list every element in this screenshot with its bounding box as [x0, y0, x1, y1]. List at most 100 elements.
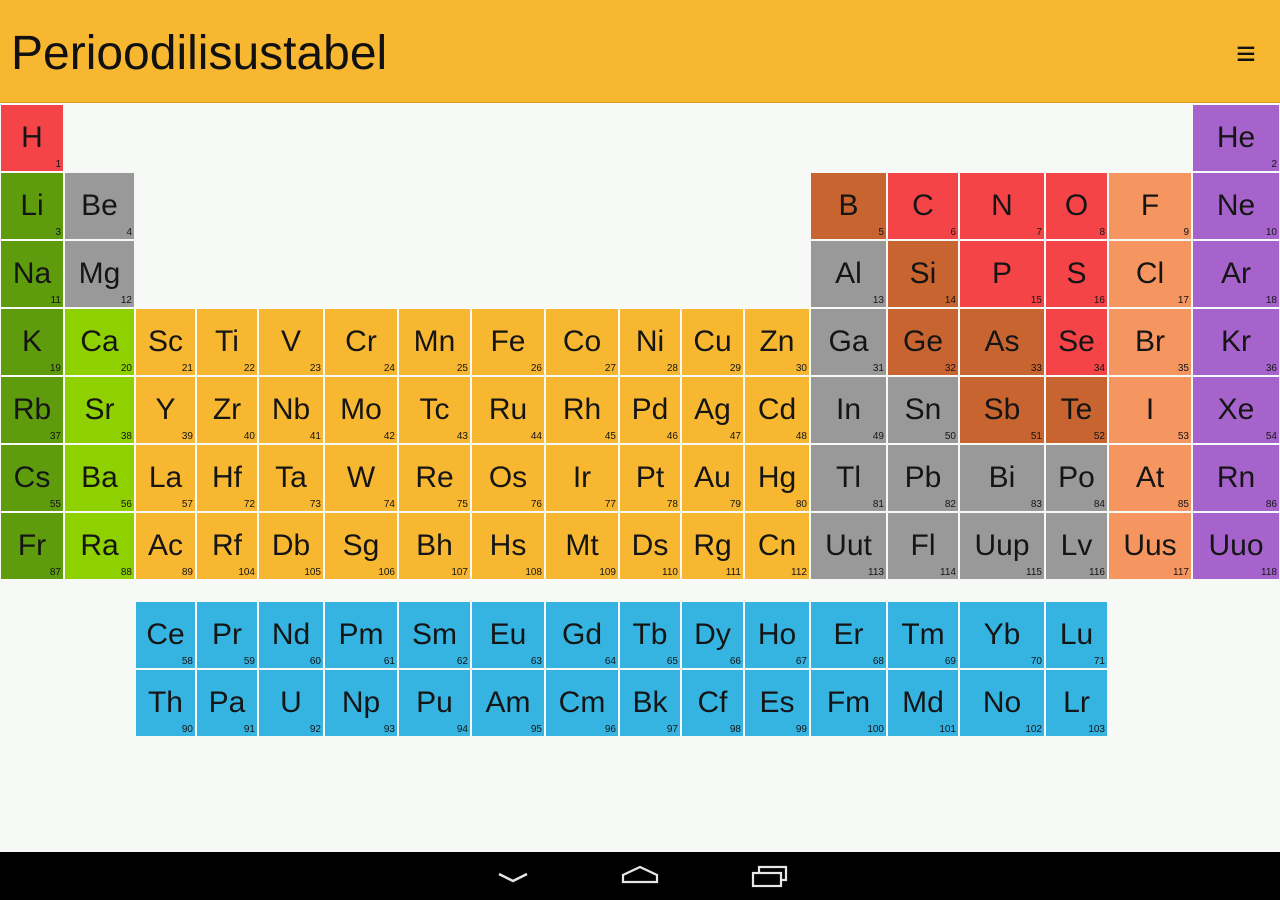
element-cell-ag[interactable]: Ag 47: [682, 377, 743, 443]
element-cell-bi[interactable]: Bi 83: [960, 445, 1044, 511]
element-cell-tl[interactable]: Tl 81: [811, 445, 886, 511]
element-cell-cs[interactable]: Cs 55: [1, 445, 63, 511]
element-cell-ac[interactable]: Ac 89: [136, 513, 195, 579]
element-cell-cl[interactable]: Cl 17: [1109, 241, 1191, 307]
element-cell-la[interactable]: La 57: [136, 445, 195, 511]
element-cell-lr[interactable]: Lr 103: [1046, 670, 1107, 736]
element-cell-te[interactable]: Te 52: [1046, 377, 1107, 443]
element-cell-pb[interactable]: Pb 82: [888, 445, 958, 511]
element-cell-md[interactable]: Md 101: [888, 670, 958, 736]
element-cell-n[interactable]: N7: [960, 173, 1044, 239]
element-cell-hs[interactable]: Hs 108: [472, 513, 544, 579]
element-cell-b[interactable]: B5: [811, 173, 886, 239]
element-cell-co[interactable]: Co 27: [546, 309, 618, 375]
element-cell-h[interactable]: H1: [1, 105, 63, 171]
element-cell-s[interactable]: S 16: [1046, 241, 1107, 307]
element-cell-tc[interactable]: Tc 43: [399, 377, 470, 443]
element-cell-sg[interactable]: Sg 106: [325, 513, 397, 579]
element-cell-re[interactable]: Re 75: [399, 445, 470, 511]
element-cell-os[interactable]: Os 76: [472, 445, 544, 511]
element-cell-rg[interactable]: Rg 111: [682, 513, 743, 579]
element-cell-ra[interactable]: Ra 88: [65, 513, 134, 579]
element-cell-rn[interactable]: Rn 86: [1193, 445, 1279, 511]
element-cell-br[interactable]: Br 35: [1109, 309, 1191, 375]
element-cell-o[interactable]: O8: [1046, 173, 1107, 239]
element-cell-au[interactable]: Au 79: [682, 445, 743, 511]
element-cell-fm[interactable]: Fm 100: [811, 670, 886, 736]
element-cell-ar[interactable]: Ar 18: [1193, 241, 1279, 307]
element-cell-pu[interactable]: Pu 94: [399, 670, 470, 736]
element-cell-w[interactable]: W 74: [325, 445, 397, 511]
element-cell-ir[interactable]: Ir 77: [546, 445, 618, 511]
element-cell-li[interactable]: Li 3: [1, 173, 63, 239]
element-cell-cn[interactable]: Cn 112: [745, 513, 809, 579]
element-cell-no[interactable]: No 102: [960, 670, 1044, 736]
element-cell-th[interactable]: Th 90: [136, 670, 195, 736]
element-cell-uus[interactable]: Uus 117: [1109, 513, 1191, 579]
element-cell-mo[interactable]: Mo 42: [325, 377, 397, 443]
element-cell-ne[interactable]: Ne 10: [1193, 173, 1279, 239]
element-cell-cm[interactable]: Cm 96: [546, 670, 618, 736]
element-cell-uuo[interactable]: Uuo 118: [1193, 513, 1279, 579]
recents-icon[interactable]: [750, 858, 790, 894]
element-cell-rh[interactable]: Rh 45: [546, 377, 618, 443]
element-cell-mt[interactable]: Mt 109: [546, 513, 618, 579]
element-cell-po[interactable]: Po 84: [1046, 445, 1107, 511]
element-cell-sb[interactable]: Sb 51: [960, 377, 1044, 443]
element-cell-fl[interactable]: Fl 114: [888, 513, 958, 579]
element-cell-mn[interactable]: Mn 25: [399, 309, 470, 375]
element-cell-v[interactable]: V 23: [259, 309, 323, 375]
element-cell-uup[interactable]: Uup 115: [960, 513, 1044, 579]
element-cell-tm[interactable]: Tm 69: [888, 602, 958, 668]
element-cell-sc[interactable]: Sc 21: [136, 309, 195, 375]
element-cell-ce[interactable]: Ce 58: [136, 602, 195, 668]
element-cell-ga[interactable]: Ga 31: [811, 309, 886, 375]
element-cell-bh[interactable]: Bh 107: [399, 513, 470, 579]
element-cell-ds[interactable]: Ds 110: [620, 513, 680, 579]
element-cell-ta[interactable]: Ta 73: [259, 445, 323, 511]
element-cell-er[interactable]: Er 68: [811, 602, 886, 668]
element-cell-uut[interactable]: Uut 113: [811, 513, 886, 579]
element-cell-kr[interactable]: Kr 36: [1193, 309, 1279, 375]
element-cell-cr[interactable]: Cr 24: [325, 309, 397, 375]
element-cell-sn[interactable]: Sn 50: [888, 377, 958, 443]
element-cell-c[interactable]: C6: [888, 173, 958, 239]
element-cell-ru[interactable]: Ru 44: [472, 377, 544, 443]
element-cell-lv[interactable]: Lv 116: [1046, 513, 1107, 579]
element-cell-u[interactable]: U 92: [259, 670, 323, 736]
element-cell-se[interactable]: Se 34: [1046, 309, 1107, 375]
element-cell-eu[interactable]: Eu 63: [472, 602, 544, 668]
element-cell-tb[interactable]: Tb 65: [620, 602, 680, 668]
element-cell-fr[interactable]: Fr 87: [1, 513, 63, 579]
element-cell-he[interactable]: He 2: [1193, 105, 1279, 171]
element-cell-as[interactable]: As 33: [960, 309, 1044, 375]
element-cell-zr[interactable]: Zr 40: [197, 377, 257, 443]
element-cell-ca[interactable]: Ca 20: [65, 309, 134, 375]
element-cell-es[interactable]: Es 99: [745, 670, 809, 736]
element-cell-mg[interactable]: Mg 12: [65, 241, 134, 307]
element-cell-bk[interactable]: Bk 97: [620, 670, 680, 736]
element-cell-p[interactable]: P 15: [960, 241, 1044, 307]
element-cell-in[interactable]: In 49: [811, 377, 886, 443]
element-cell-gd[interactable]: Gd 64: [546, 602, 618, 668]
element-cell-np[interactable]: Np 93: [325, 670, 397, 736]
element-cell-k[interactable]: K 19: [1, 309, 63, 375]
element-cell-ti[interactable]: Ti 22: [197, 309, 257, 375]
element-cell-pa[interactable]: Pa 91: [197, 670, 257, 736]
element-cell-cd[interactable]: Cd 48: [745, 377, 809, 443]
element-cell-hg[interactable]: Hg 80: [745, 445, 809, 511]
element-cell-si[interactable]: Si 14: [888, 241, 958, 307]
element-cell-nd[interactable]: Nd 60: [259, 602, 323, 668]
element-cell-i[interactable]: I 53: [1109, 377, 1191, 443]
element-cell-pt[interactable]: Pt 78: [620, 445, 680, 511]
element-cell-rb[interactable]: Rb 37: [1, 377, 63, 443]
element-cell-xe[interactable]: Xe 54: [1193, 377, 1279, 443]
element-cell-pm[interactable]: Pm 61: [325, 602, 397, 668]
element-cell-cf[interactable]: Cf 98: [682, 670, 743, 736]
home-icon[interactable]: [620, 858, 660, 894]
element-cell-zn[interactable]: Zn 30: [745, 309, 809, 375]
element-cell-y[interactable]: Y 39: [136, 377, 195, 443]
element-cell-ho[interactable]: Ho 67: [745, 602, 809, 668]
element-cell-rf[interactable]: Rf 104: [197, 513, 257, 579]
element-cell-dy[interactable]: Dy 66: [682, 602, 743, 668]
